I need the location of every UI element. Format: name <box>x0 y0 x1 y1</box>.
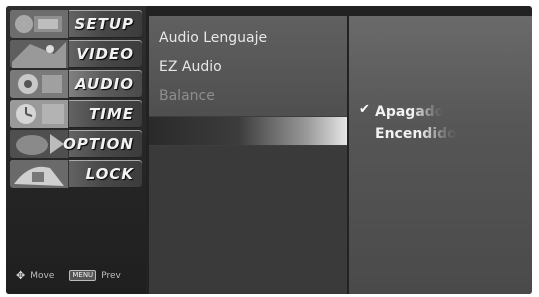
video-thumbnail-icon <box>10 40 69 68</box>
menu-item-label: OPTION <box>63 135 134 153</box>
menu-item-label: TIME <box>89 105 134 123</box>
lock-thumbnail-icon <box>10 160 69 188</box>
menu-item-option[interactable]: OPTION <box>10 130 142 158</box>
menu-item-lock[interactable]: LOCK <box>10 160 142 188</box>
audio-thumbnail-icon <box>10 70 69 98</box>
menu-item-video[interactable]: VIDEO <box>10 40 142 68</box>
prev-label: Prev <box>101 270 121 281</box>
submenu-item-audio-lenguaje[interactable]: Audio Lenguaje <box>159 30 267 46</box>
option-thumbnail-icon <box>10 130 69 158</box>
menu-item-label: SETUP <box>74 15 134 33</box>
move-arrows-icon: ✥ <box>16 269 26 282</box>
time-thumbnail-icon <box>10 100 69 128</box>
menu-item-time[interactable]: TIME <box>10 100 142 128</box>
setup-thumbnail-icon <box>10 10 69 38</box>
menu-item-audio[interactable]: AUDIO <box>10 70 142 98</box>
menu-item-label: LOCK <box>85 165 134 183</box>
tv-osd-frame: SETUP VIDEO AUDIO TIME OPTION LOCK ✥ Mov… <box>6 6 532 294</box>
submenu-item-balance[interactable]: Balance <box>159 88 215 104</box>
submenu-item-ez-audio[interactable]: EZ Audio <box>159 59 222 75</box>
move-label: Move <box>30 270 55 281</box>
main-menu: SETUP VIDEO AUDIO TIME OPTION LOCK ✥ Mov… <box>6 6 146 294</box>
menu-key-icon: MENU <box>69 270 97 281</box>
submenu-selection-bar[interactable] <box>149 117 347 145</box>
options-panel: ✔ Apagado Encendido <box>349 16 532 294</box>
audio-submenu: Audio Lenguaje EZ Audio Balance <box>149 16 347 294</box>
menu-item-label: VIDEO <box>76 45 134 63</box>
checkmark-icon: ✔ <box>359 102 370 117</box>
menu-item-label: AUDIO <box>75 75 134 93</box>
submenu-empty-area <box>149 146 347 294</box>
navigation-hint: ✥ Move MENU Prev <box>16 269 121 282</box>
option-encendido[interactable]: Encendido <box>375 126 457 142</box>
menu-item-setup[interactable]: SETUP <box>10 10 142 38</box>
option-apagado[interactable]: Apagado <box>375 104 444 120</box>
